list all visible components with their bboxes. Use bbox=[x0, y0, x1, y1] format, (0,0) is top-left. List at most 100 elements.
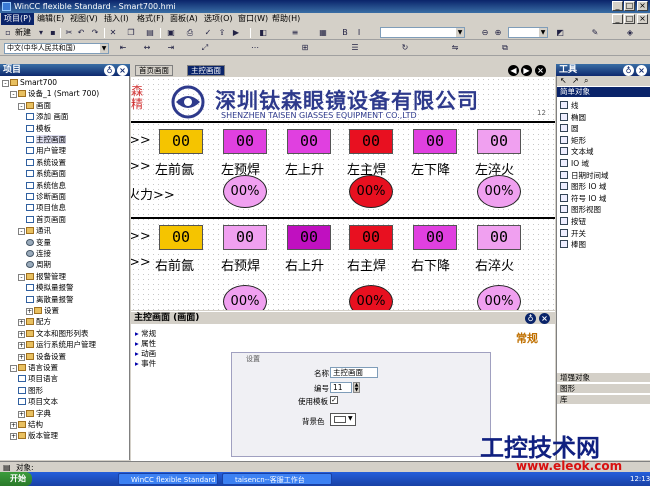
expand-toggle-icon[interactable]: + bbox=[18, 319, 25, 327]
zoom-in-icon[interactable]: ⊕ bbox=[493, 28, 503, 38]
io-field-row1-0[interactable]: 00 bbox=[159, 129, 203, 154]
maximize-button[interactable]: □ bbox=[624, 1, 635, 11]
menu-edit[interactable]: 编辑(E) bbox=[34, 13, 67, 25]
tree-item[interactable]: 连接 bbox=[26, 249, 51, 259]
use-template-checkbox[interactable]: ✓ bbox=[330, 396, 338, 404]
io-field-row1-4[interactable]: 00 bbox=[413, 129, 457, 154]
menu-insert[interactable]: 插入(I) bbox=[101, 13, 132, 25]
tool-item[interactable]: IO 域 bbox=[560, 158, 589, 169]
cut-icon[interactable]: ✂ bbox=[64, 28, 74, 38]
select-icon[interactable]: ↗ bbox=[572, 76, 579, 85]
tree-item[interactable]: - 报警管理 bbox=[18, 272, 66, 282]
number-stepper[interactable]: ▲ ▼ bbox=[353, 382, 360, 393]
tree-item[interactable]: + 结构 bbox=[10, 420, 43, 430]
pct-field-left-mainweld[interactable]: 00% bbox=[349, 175, 393, 208]
pct-field-left-quench[interactable]: 00% bbox=[477, 175, 521, 208]
transfer-icon[interactable]: ⇪ bbox=[217, 28, 227, 38]
io-field-row2-3[interactable]: 00 bbox=[349, 225, 393, 250]
nav-animation[interactable]: ▸ 动画 bbox=[135, 348, 156, 358]
tool-item[interactable]: 日期时间域 bbox=[560, 170, 609, 181]
io-field-row2-0[interactable]: 00 bbox=[159, 225, 203, 250]
pointer-icon[interactable]: ↖ bbox=[560, 76, 567, 85]
font-combo[interactable]: ▼ bbox=[380, 27, 465, 38]
align-center-icon[interactable]: ↔ bbox=[142, 43, 152, 53]
tree-item[interactable]: + 运行系统用户管理 bbox=[18, 340, 96, 350]
print-icon[interactable]: ⎙ bbox=[185, 28, 195, 38]
compile-icon[interactable]: ▣ bbox=[166, 28, 176, 38]
expand-toggle-icon[interactable]: - bbox=[18, 228, 25, 236]
tree-item[interactable]: 首页画面 bbox=[26, 215, 66, 225]
menu-view[interactable]: 视图(V) bbox=[67, 13, 101, 25]
tree-item[interactable]: 离散量报警 bbox=[26, 295, 74, 305]
layer-icon[interactable]: ☰ bbox=[350, 43, 360, 53]
tool-item[interactable]: 文本域 bbox=[560, 146, 594, 157]
io-field-row1-2[interactable]: 00 bbox=[287, 129, 331, 154]
name-field[interactable]: 主控画面 bbox=[330, 367, 378, 378]
io-field-row2-1[interactable]: 00 bbox=[223, 225, 267, 250]
doc-close-button[interactable]: × bbox=[637, 14, 648, 24]
doc-minimize-button[interactable]: _ bbox=[612, 14, 623, 24]
menu-window[interactable]: 窗口(W) bbox=[235, 13, 271, 25]
tree-item[interactable]: - 设备_1 (Smart 700) bbox=[10, 89, 99, 99]
tree-item[interactable]: + 配方 bbox=[18, 317, 51, 327]
io-field-row2-2[interactable]: 00 bbox=[287, 225, 331, 250]
tree-item[interactable]: + 版本管理 bbox=[10, 431, 58, 441]
tool-item[interactable]: 图形 IO 域 bbox=[560, 181, 606, 192]
minimize-button[interactable]: _ bbox=[612, 1, 623, 11]
pct-field-right-preweld[interactable]: 00% bbox=[223, 285, 267, 310]
task-taisencn[interactable]: taisencn--客服工作台 bbox=[222, 473, 332, 485]
pct-field-right-mainweld[interactable]: 00% bbox=[349, 285, 393, 310]
flip-icon[interactable]: ⇋ bbox=[450, 43, 460, 53]
toolbox-section[interactable]: 库 bbox=[557, 394, 650, 404]
size-icon[interactable]: ⤢ bbox=[200, 43, 210, 53]
distribute-icon[interactable]: ⋯ bbox=[250, 43, 260, 53]
tree-item[interactable]: 系统画面 bbox=[26, 169, 66, 179]
toolbox-close-icon[interactable]: × bbox=[636, 65, 647, 76]
pin-icon[interactable]: ♁ bbox=[104, 65, 115, 76]
check-icon[interactable]: ✓ bbox=[203, 28, 213, 38]
expand-toggle-icon[interactable]: + bbox=[10, 433, 17, 441]
menu-format[interactable]: 格式(F) bbox=[134, 13, 167, 25]
io-field-row2-5[interactable]: 00 bbox=[477, 225, 521, 250]
io-field-row1-5[interactable]: 00 bbox=[477, 129, 521, 154]
tree-item[interactable]: 系统信息 bbox=[26, 181, 66, 191]
tab-close-icon[interactable]: × bbox=[535, 65, 546, 76]
paint-icon[interactable]: ✎ bbox=[590, 28, 600, 38]
tab-main-screen[interactable]: 主控画面 bbox=[187, 65, 225, 76]
tree-item[interactable]: - Smart700 bbox=[2, 78, 57, 88]
screen-canvas[interactable]: 森精 深圳钛森眼镜设备有限公司 SHENZHEN TAISEN GIASSES … bbox=[131, 77, 555, 310]
tree-item[interactable]: 项目信息 bbox=[26, 203, 66, 213]
tree-item[interactable]: + 文本和图形列表 bbox=[18, 329, 89, 339]
tree-item[interactable]: - 语言设置 bbox=[10, 363, 58, 373]
italic-icon[interactable]: I bbox=[354, 28, 364, 38]
tree-item[interactable]: 变量 bbox=[26, 238, 51, 248]
new-button[interactable]: 新建 bbox=[15, 28, 31, 38]
tool-item[interactable]: 椭圆 bbox=[560, 112, 586, 123]
copy-icon[interactable]: ❐ bbox=[126, 28, 136, 38]
tree-item[interactable]: + 字典 bbox=[18, 409, 51, 419]
expand-toggle-icon[interactable]: + bbox=[18, 330, 25, 338]
expand-toggle-icon[interactable]: + bbox=[10, 422, 17, 429]
tool-item[interactable]: 圆 bbox=[560, 123, 579, 134]
expand-toggle-icon[interactable]: + bbox=[18, 342, 25, 350]
props-pin-icon[interactable]: ♁ bbox=[525, 313, 536, 324]
expand-toggle-icon[interactable]: + bbox=[18, 410, 25, 418]
toolbox-section-simple[interactable]: 简单对象 bbox=[557, 87, 650, 97]
menu-help[interactable]: 帮助(H) bbox=[269, 13, 303, 25]
nav-general[interactable]: ▸ 常规 bbox=[135, 328, 156, 338]
expand-toggle-icon[interactable]: + bbox=[26, 308, 33, 315]
tree-item[interactable]: 模拟量报警 bbox=[26, 283, 74, 293]
pct-field-left-preweld[interactable]: 00% bbox=[223, 175, 267, 208]
pct-field-right-quench[interactable]: 00% bbox=[477, 285, 521, 310]
nav-events[interactable]: ▸ 事件 bbox=[135, 358, 156, 368]
close-button[interactable]: × bbox=[637, 1, 648, 11]
zoom-tool-icon[interactable]: ⌕ bbox=[584, 76, 588, 86]
tree-item[interactable]: 主控画面 bbox=[26, 135, 66, 145]
tool-item[interactable]: 线 bbox=[560, 100, 579, 111]
tool-item[interactable]: 按钮 bbox=[560, 216, 586, 227]
tree-item[interactable]: 系统设置 bbox=[26, 158, 66, 168]
tree-item[interactable]: 用户管理 bbox=[26, 146, 66, 156]
zoom-out-icon[interactable]: ⊖ bbox=[480, 28, 490, 38]
redo-icon[interactable]: ↷ bbox=[90, 28, 100, 38]
tree-item[interactable]: 项目语言 bbox=[18, 374, 58, 384]
